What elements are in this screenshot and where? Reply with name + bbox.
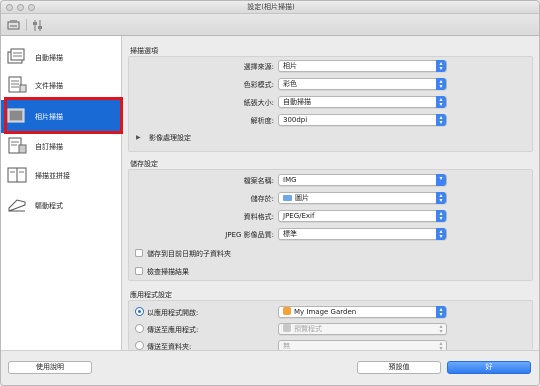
chevron-updown-icon: ▴ ▾ (439, 323, 443, 335)
chevron-down-icon: ▾ (436, 174, 446, 186)
save-settings-title: 儲存設定 (130, 160, 158, 168)
sidebar-item-scan-stitch[interactable]: 掃描並拼接 (1, 160, 122, 191)
minimize-window-button[interactable] (17, 4, 24, 11)
subfolder-label: 儲存到目前日期的子資料夾 (147, 250, 231, 258)
sidebar-item-label: 掃描並拼接 (35, 172, 70, 180)
save-in-label: 儲存於: (250, 195, 274, 203)
toolbar (1, 14, 539, 36)
sidebar-item-label: 自訂掃描 (35, 143, 63, 151)
send-to-app-label: 傳送至應用程式: (147, 326, 199, 334)
send-to-folder-radio[interactable] (135, 341, 144, 350)
file-name-combo[interactable]: IMG ▾ (278, 174, 447, 186)
send-to-app-select[interactable]: 預覽程式 ▴ ▾ (278, 323, 447, 335)
sidebar-item-label: 驅動程式 (35, 202, 63, 210)
source-select[interactable]: 相片 ▴ ▾ (278, 60, 447, 72)
jpeg-quality-label: JPEG 影像品質: (225, 231, 274, 239)
color-mode-label: 色彩模式: (243, 81, 274, 89)
send-to-app-radio[interactable] (135, 324, 144, 333)
file-name-label: 檔案名稱: (243, 177, 274, 185)
color-mode-select[interactable]: 彩色 ▴ ▾ (278, 78, 447, 90)
settings-content: 掃描選項 選擇來源: 相片 ▴ ▾ 色彩模式: 彩色 ▴ ▾ 紙張大小: 自動掃描 ▴ ▾ … (123, 36, 539, 352)
paper-size-label: 紙張大小: (243, 99, 274, 107)
footer: 使用說明 預設值 好 (1, 350, 539, 385)
help-button[interactable]: 使用說明 (8, 361, 92, 374)
chevron-updown-icon: ▴ ▾ (436, 78, 446, 90)
chevron-updown-icon: ▴ ▾ (436, 114, 446, 126)
sidebar-item-label: 文件掃描 (35, 82, 63, 90)
resolution-select[interactable]: 300dpi ▴ ▾ (278, 114, 447, 126)
settings-window: 設定(相片掃描) 自動掃描 文件掃描 相片掃描 自訂掃描 掃描並拼接 驅動程式 … (0, 0, 540, 386)
zoom-window-button[interactable] (28, 4, 35, 11)
my-image-garden-icon (283, 307, 291, 315)
app-settings-title: 應用程式設定 (130, 291, 172, 299)
chevron-updown-icon: ▴ ▾ (436, 96, 446, 108)
general-settings-icon[interactable] (31, 18, 45, 32)
scan-stitch-icon (7, 166, 27, 184)
title-bar: 設定(相片掃描) (1, 1, 539, 14)
data-format-label: 資料格式: (243, 213, 274, 221)
scan-options-panel: 選擇來源: 相片 ▴ ▾ 色彩模式: 彩色 ▴ ▾ 紙張大小: 自動掃描 ▴ ▾ 解析度: … (128, 56, 533, 152)
close-window-button[interactable] (6, 4, 13, 11)
open-with-label: 以應用程式開啟: (147, 309, 199, 317)
open-with-select[interactable]: My Image Garden ▴ ▾ (278, 306, 447, 318)
preview-app-icon (283, 324, 291, 332)
sidebar: 自動掃描 文件掃描 相片掃描 自訂掃描 掃描並拼接 驅動程式 (1, 36, 122, 350)
disclosure-triangle-icon[interactable]: ▶ (136, 134, 141, 141)
sidebar-item-auto-scan[interactable]: 自動掃描 (1, 42, 122, 73)
sidebar-item-driver[interactable]: 驅動程式 (1, 190, 122, 221)
auto-scan-icon (7, 48, 27, 66)
save-in-select[interactable]: 圖片 ▴ ▾ (278, 192, 447, 204)
app-settings-panel: 以應用程式開啟: My Image Garden ▴ ▾ 傳送至應用程式: 預覽程式… (128, 300, 533, 352)
paper-size-select[interactable]: 自動掃描 ▴ ▾ (278, 96, 447, 108)
open-with-radio[interactable] (135, 307, 144, 316)
chevron-updown-icon: ▴ ▾ (436, 60, 446, 72)
custom-scan-icon (7, 137, 27, 155)
subfolder-checkbox[interactable] (135, 249, 143, 257)
data-format-select[interactable]: JPEG/Exif ▴ ▾ (278, 210, 447, 222)
chevron-updown-icon: ▴ ▾ (436, 210, 446, 222)
chevron-updown-icon: ▴ ▾ (436, 306, 446, 318)
sidebar-item-label: 自動掃描 (35, 54, 63, 62)
selected-item-highlight (4, 97, 123, 134)
sidebar-item-custom-scan[interactable]: 自訂掃描 (1, 131, 122, 162)
defaults-button[interactable]: 預設值 (357, 361, 441, 374)
check-results-label: 檢查掃描結果 (147, 268, 189, 276)
jpeg-quality-select[interactable]: 標準 ▴ ▾ (278, 228, 447, 240)
window-title: 設定(相片掃描) (247, 3, 295, 11)
folder-icon (283, 195, 292, 201)
driver-icon (7, 196, 27, 214)
check-results-checkbox[interactable] (135, 267, 143, 275)
ok-button[interactable]: 好 (447, 361, 531, 374)
scan-settings-icon[interactable] (7, 18, 21, 32)
image-processing-toggle[interactable]: 影像處理設定 (149, 133, 191, 143)
resolution-label: 解析度: (250, 117, 274, 125)
document-scan-icon (7, 76, 27, 94)
chevron-updown-icon: ▴ ▾ (436, 192, 446, 204)
toolbar-separator (26, 19, 27, 31)
chevron-updown-icon: ▴ ▾ (436, 228, 446, 240)
save-settings-panel: 檔案名稱: IMG ▾ 儲存於: 圖片 ▴ ▾ 資料格式: JPEG/Exif ▴ ▾ J… (128, 169, 533, 281)
source-label: 選擇來源: (243, 63, 274, 71)
scan-options-title: 掃描選項 (130, 47, 158, 55)
